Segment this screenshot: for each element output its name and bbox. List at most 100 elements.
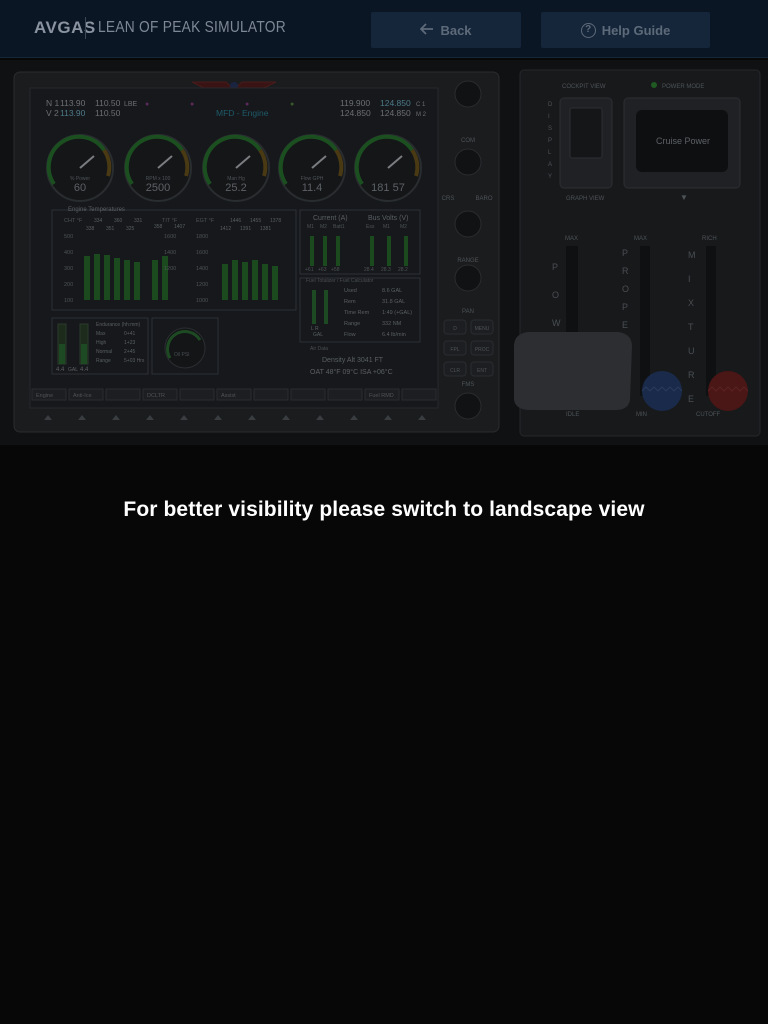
softkey[interactable] — [401, 388, 437, 401]
display-letter: D — [548, 102, 553, 108]
com2-standby: 124.850 — [380, 108, 411, 118]
fuel-calc-value: 332 NM — [382, 321, 402, 327]
nav-tag-2: V 2 — [46, 108, 59, 118]
mixture-letter: X — [688, 298, 694, 308]
current-value: +58 — [331, 267, 340, 273]
softkey[interactable]: DCLTR — [142, 388, 178, 401]
help-guide-button[interactable]: ? Help Guide — [541, 12, 710, 48]
softkey[interactable] — [179, 388, 215, 401]
softkey[interactable] — [327, 388, 363, 401]
oil-gauge-label: Oil PSI — [174, 352, 190, 358]
mixture-knob[interactable] — [707, 371, 749, 411]
bezel-button[interactable]: CLR — [443, 361, 467, 377]
bezel-knob[interactable] — [454, 210, 482, 238]
endurance-key: Endurance (hh:mm) — [96, 322, 141, 328]
softkey[interactable] — [253, 388, 289, 401]
softkey[interactable]: Fuel RMD — [364, 388, 400, 401]
display-letter: P — [548, 138, 552, 144]
axis-tick: 400 — [64, 250, 73, 256]
power-letter: O — [552, 290, 559, 300]
mixture-letter: I — [688, 274, 691, 284]
avgas-logo: AVGAS — [34, 18, 96, 37]
display-letter: S — [548, 126, 552, 132]
propeller-knob[interactable] — [641, 371, 683, 411]
current-col-label: M2 — [320, 224, 327, 230]
prop-letter: P — [622, 248, 628, 258]
bus-value: 28.4 — [364, 267, 374, 273]
engine-temp-title: Engine Temperatures — [68, 207, 125, 213]
softkey[interactable] — [290, 388, 326, 401]
top-header: AVGAS LEAN OF PEAK SIMULATOR Back ? Help… — [0, 0, 768, 58]
softkey-label: Engine — [36, 393, 53, 399]
question-icon: ? — [580, 22, 596, 38]
nav-tag-1: N 1 — [46, 98, 60, 108]
back-button[interactable]: Back — [371, 12, 521, 48]
bezel-button[interactable]: PROC — [470, 340, 494, 356]
back-button-label: Back — [440, 22, 472, 38]
mixture-letter: U — [688, 346, 695, 356]
prop-letter: E — [622, 320, 628, 330]
cht-value: 351 — [106, 226, 115, 232]
graph-view-label: GRAPH VIEW — [566, 196, 605, 202]
mixture-cutoff-label: CUTOFF — [696, 412, 721, 418]
cht-value: 338 — [86, 226, 95, 232]
bezel-button-label: MENU — [475, 326, 490, 332]
mixture-letter: R — [688, 370, 695, 380]
current-value: +61 — [305, 267, 314, 273]
axis-tick: 1800 — [196, 234, 208, 240]
axis-tick: 1400 — [196, 266, 208, 272]
softkey[interactable]: Engine — [31, 388, 67, 401]
softkey[interactable]: Anti-Ice — [68, 388, 104, 401]
endurance-value: 2+45 — [124, 349, 135, 355]
tit-value: 358 — [154, 224, 163, 230]
cht-value: 325 — [126, 226, 135, 232]
fuel-calc-key: Time Rem — [344, 310, 370, 316]
bezel-knob[interactable] — [454, 80, 482, 108]
mixture-lever-track — [706, 246, 716, 396]
egt-value: 1391 — [240, 226, 251, 232]
fuel-calc-value: 8.6 GAL — [382, 288, 402, 294]
air-data-label: Air Data — [310, 346, 328, 352]
engine-gauge: 181 57 — [354, 134, 422, 202]
prop-letter: P — [622, 302, 628, 312]
axis-tick: 500 — [64, 234, 73, 240]
cht-value: 331 — [134, 218, 143, 224]
axis-tick: 100 — [64, 298, 73, 304]
bus-volts-label: Bus Volts (V) — [368, 215, 408, 222]
mode-chevron-icon[interactable]: ▼ — [680, 193, 688, 202]
bezel-button[interactable]: FPL — [443, 340, 467, 356]
axis-tick: 1200 — [196, 282, 208, 288]
softkey[interactable]: Assist — [216, 388, 252, 401]
bezel-knob[interactable] — [454, 148, 482, 176]
bus-bar — [404, 236, 408, 266]
nav2-active: 113.90 — [60, 108, 86, 118]
current-label: Current (A) — [313, 215, 348, 222]
com1-standby: 124.850 — [380, 98, 411, 108]
softkey[interactable] — [105, 388, 141, 401]
bezel-button-label: ENT — [477, 368, 487, 374]
prop-max-label: MAX — [634, 236, 647, 242]
bezel-button[interactable]: MENU — [470, 319, 494, 335]
temp-bar — [272, 266, 278, 300]
softkey-label: Fuel RMD — [369, 393, 394, 399]
endurance-key: Max — [96, 331, 106, 337]
power-lever-handle[interactable] — [514, 332, 632, 410]
current-value: +63 — [318, 267, 327, 273]
fuel-left: 4.4 — [56, 367, 65, 373]
bezel-button[interactable]: D — [443, 319, 467, 335]
landscape-warning-message: For better visibility please switch to l… — [123, 498, 645, 521]
bezel-knob[interactable] — [454, 392, 482, 420]
com-tag-1: C 1 — [416, 102, 426, 108]
temp-bar — [94, 254, 100, 300]
fuel-calc-label: Fuel Totalizer / Fuel Calculator — [306, 278, 374, 284]
temp-bar — [252, 260, 258, 300]
softkey-label: Anti-Ice — [73, 393, 92, 399]
engine-gauge: Man Hg25.2 — [202, 134, 270, 202]
fuel-calc-key: Used — [344, 288, 357, 294]
power-mode-indicator — [651, 82, 657, 88]
mixture-rich-label: RICH — [702, 236, 717, 242]
nav1-standby: 110.50 — [95, 98, 121, 108]
bezel-button[interactable]: ENT — [470, 361, 494, 377]
com-tag-2: M 2 — [416, 112, 427, 118]
bezel-knob[interactable] — [454, 264, 482, 292]
